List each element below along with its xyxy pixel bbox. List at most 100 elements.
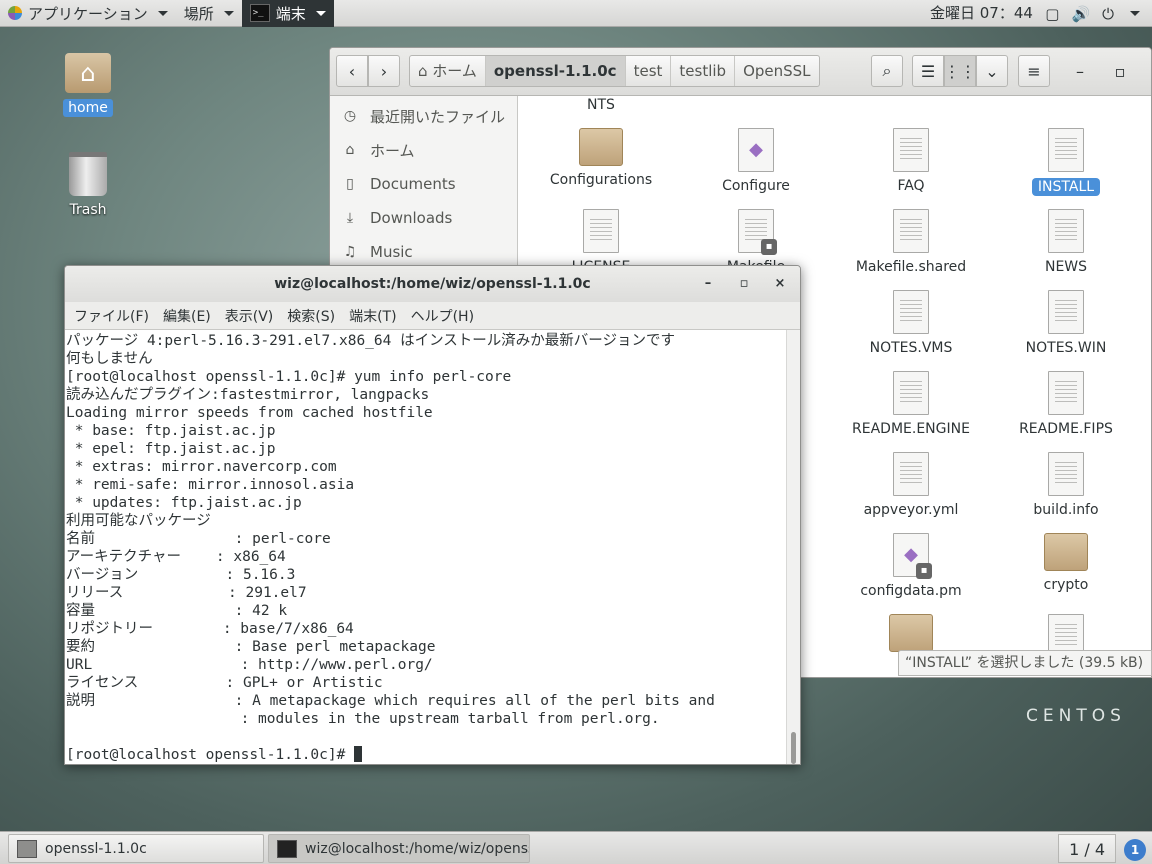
menu-help[interactable]: ヘルプ(H) — [404, 306, 481, 326]
locked-file-icon: ▪ — [738, 209, 777, 255]
breadcrumb-openssl[interactable]: openssl-1.1.0c — [485, 56, 626, 86]
text-file-icon — [583, 209, 619, 253]
terminal-app-label: 端末 — [275, 4, 306, 23]
list-view-button[interactable]: ☰ — [912, 55, 944, 87]
sidebar-item-recent[interactable]: ◷ 最近開いたファイル — [330, 99, 517, 133]
maximize-icon: ▫ — [739, 276, 749, 291]
clock-icon: ◷ — [343, 108, 357, 124]
close-button[interactable]: × — [762, 266, 798, 302]
grid-view-button[interactable]: ⋮⋮ — [944, 55, 976, 87]
file-item-partial[interactable] — [991, 614, 1141, 654]
file-item[interactable]: Makefile.shared — [836, 209, 986, 275]
file-item[interactable]: README.ENGINE — [836, 371, 986, 437]
file-item-partial[interactable] — [836, 614, 986, 654]
file-item[interactable]: Configurations — [526, 128, 676, 188]
text-file-icon — [893, 452, 929, 496]
file-item[interactable]: FAQ — [836, 128, 986, 194]
menu-view[interactable]: 表示(V) — [218, 306, 281, 326]
terminal-scrollbar[interactable] — [786, 330, 800, 764]
menu-button[interactable]: ≡ — [1018, 55, 1050, 87]
terminal-line: 何もしません — [66, 351, 153, 367]
minimize-icon: – — [1076, 61, 1084, 81]
sidebar-item-music[interactable]: ♫ Music — [330, 235, 517, 269]
terminal-line: ライセンス : GPL+ or Artistic — [66, 675, 383, 691]
file-manager-header: ‹ › ⌂ ホーム openssl-1.1.0c test testlib Op… — [330, 48, 1151, 96]
terminal-title: wiz@localhost:/home/wiz/openssl-1.1.0c — [274, 276, 591, 292]
system-tray[interactable]: ▢ 🔊 ⏻ — [1045, 0, 1140, 27]
menu-search[interactable]: 検索(S) — [280, 306, 342, 326]
terminal-menubar: ファイル(F) 編集(E) 表示(V) 検索(S) 端末(T) ヘルプ(H) — [65, 302, 800, 330]
text-file-icon — [1048, 371, 1084, 415]
folder-icon — [1044, 533, 1088, 571]
terminal-line: 利用可能なパッケージ — [66, 513, 211, 529]
clock[interactable]: 金曜日 07：44 — [930, 0, 1033, 27]
menu-edit[interactable]: 編集(E) — [156, 306, 218, 326]
text-file-icon — [1048, 452, 1084, 496]
text-file-icon — [893, 209, 929, 253]
minimize-button[interactable]: – — [690, 266, 726, 302]
terminal-line: バージョン : 5.16.3 — [66, 567, 296, 583]
power-icon: ⏻ — [1102, 4, 1114, 23]
breadcrumb-openssl-dir[interactable]: OpenSSL — [735, 56, 818, 86]
breadcrumb-testlib[interactable]: testlib — [671, 56, 736, 86]
desktop-trash-icon[interactable]: Trash — [48, 152, 128, 218]
breadcrumb-test[interactable]: test — [626, 56, 672, 86]
terminal-line: * updates: ftp.jaist.ac.jp — [66, 495, 302, 511]
file-item[interactable]: appveyor.yml — [836, 452, 986, 518]
menu-terminal[interactable]: 端末(T) — [342, 306, 403, 326]
file-item-selected[interactable]: INSTALL — [991, 128, 1141, 196]
desktop-home-label: home — [63, 99, 113, 117]
applications-label: アプリケーション — [28, 4, 148, 23]
places-label: 場所 — [183, 4, 214, 23]
file-item[interactable]: ▪ configdata.pm — [836, 533, 986, 599]
trash-icon — [69, 152, 107, 196]
file-item[interactable]: Configure — [681, 128, 831, 194]
home-icon: ⌂ — [418, 62, 433, 80]
file-partial-label[interactable]: NTS — [526, 97, 676, 113]
file-item[interactable]: ▪ Makefile — [681, 209, 831, 269]
workspace-switcher[interactable]: 1 / 4 — [1058, 834, 1116, 863]
locked-script-file-icon: ▪ — [893, 533, 932, 579]
terminal-line: 要約 : Base perl metapackage — [66, 639, 436, 655]
applications-menu[interactable]: アプリケーション — [0, 0, 176, 27]
maximize-button[interactable]: ▫ — [726, 266, 762, 302]
lock-icon: ▪ — [761, 239, 777, 255]
view-options-button[interactable]: ⌄ — [976, 55, 1008, 87]
minimize-button[interactable]: – — [1064, 55, 1096, 87]
sidebar-item-home[interactable]: ⌂ ホーム — [330, 133, 517, 167]
file-item[interactable]: crypto — [991, 533, 1141, 593]
places-menu[interactable]: 場所 — [176, 0, 242, 27]
sidebar-item-downloads[interactable]: ⤓ Downloads — [330, 201, 517, 235]
lock-icon: ▪ — [916, 563, 932, 579]
text-file-icon — [1048, 614, 1084, 654]
desktop-home-icon[interactable]: home — [48, 53, 128, 117]
back-button[interactable]: ‹ — [336, 55, 368, 87]
breadcrumb-home[interactable]: ⌂ ホーム — [410, 56, 486, 86]
terminal-output[interactable]: パッケージ 4:perl-5.16.3-291.el7.x86_64 はインスト… — [65, 330, 787, 764]
terminal-app-menu[interactable]: >_ 端末 — [241, 0, 334, 27]
close-icon: × — [774, 276, 786, 291]
chevron-right-icon: › — [380, 61, 388, 81]
forward-button[interactable]: › — [368, 55, 400, 87]
terminal-titlebar[interactable]: wiz@localhost:/home/wiz/openssl-1.1.0c –… — [65, 266, 800, 302]
terminal-prompt: [root@localhost openssl-1.1.0c]# — [66, 747, 355, 763]
maximize-button[interactable]: ▫ — [1104, 55, 1136, 87]
menu-file[interactable]: ファイル(F) — [67, 306, 156, 326]
terminal-line: [root@localhost openssl-1.1.0c]# yum inf… — [66, 369, 512, 385]
search-button[interactable]: ⌕ — [871, 55, 903, 87]
terminal-icon: >_ — [249, 4, 270, 22]
file-item[interactable]: NOTES.VMS — [836, 290, 986, 356]
file-manager-status: “INSTALL” を選択しました (39.5 kB) — [898, 650, 1152, 676]
file-item[interactable]: NOTES.WIN — [991, 290, 1141, 356]
home-folder-icon — [65, 53, 111, 93]
task-file-manager[interactable]: openssl-1.1.0c — [8, 834, 264, 863]
scrollbar-thumb[interactable] — [791, 732, 796, 764]
file-item[interactable]: LICENSE — [526, 209, 676, 269]
terminal-icon — [277, 839, 297, 858]
notification-badge[interactable]: 1 — [1124, 839, 1146, 861]
file-item[interactable]: NEWS — [991, 209, 1141, 275]
sidebar-item-documents[interactable]: ▯ Documents — [330, 167, 517, 201]
file-item[interactable]: build.info — [991, 452, 1141, 518]
file-item[interactable]: README.FIPS — [991, 371, 1141, 437]
task-terminal[interactable]: wiz@localhost:/home/wiz/openss… — [268, 834, 530, 863]
